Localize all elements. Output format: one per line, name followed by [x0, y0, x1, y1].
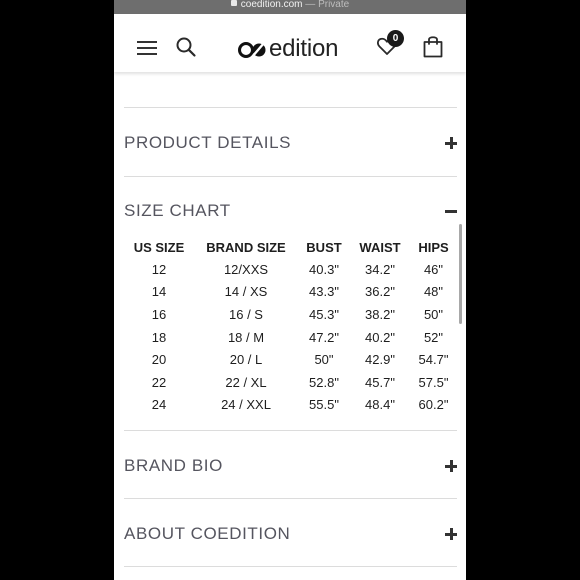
table-cell: 42.9" — [365, 352, 395, 368]
size-chart-table: US SIZE BRAND SIZE BUST WAIST HIPS 12 12… — [124, 236, 457, 416]
table-cell: 16 / S — [229, 306, 263, 322]
table-cell: 48.4" — [365, 397, 395, 413]
brand-bio-toggle[interactable]: BRAND BIO — [124, 451, 457, 481]
column-header: BUST — [306, 239, 342, 255]
table-cell: 55.5" — [309, 397, 339, 413]
table-cell: 45.7" — [365, 374, 395, 390]
table-cell: 57.5" — [418, 374, 449, 390]
table-cell: 40.3" — [309, 261, 339, 277]
brand-bio-title: BRAND BIO — [124, 456, 223, 475]
section-divider — [124, 176, 457, 177]
table-cell: 60.2" — [418, 397, 449, 413]
logo-mark-icon — [238, 42, 266, 58]
table-cell: 43.3" — [309, 284, 339, 300]
table-cell: 14 — [151, 284, 167, 300]
table-cell: 20 / L — [229, 352, 263, 368]
site-header: edition 0 — [114, 14, 466, 72]
table-row: 16 16 / S 45.3" 38.2" 50" — [124, 303, 457, 326]
table-row: 14 14 / XS 43.3" 36.2" 48" — [124, 281, 457, 304]
expand-plus-icon[interactable] — [445, 528, 457, 540]
table-cell: 22 — [151, 374, 167, 390]
table-cell: 38.2" — [365, 306, 395, 322]
phone-screen: coedition.com — Private edition 0 PRODUC… — [114, 0, 466, 580]
section-divider — [124, 430, 457, 431]
table-row: 24 24 / XXL 55.5" 48.4" 60.2" — [124, 394, 457, 417]
table-cell: 47.2" — [309, 329, 339, 345]
browser-url-bar[interactable]: coedition.com — Private — [114, 0, 466, 14]
table-cell: 52" — [423, 329, 444, 345]
size-chart-toggle[interactable]: SIZE CHART — [124, 196, 457, 226]
logo-wordmark: edition — [269, 35, 339, 62]
column-header: HIPS — [418, 239, 449, 255]
private-mode-label: Private — [318, 0, 350, 10]
table-cell: 48" — [423, 284, 444, 300]
table-row: 18 18 / M 47.2" 40.2" 52" — [124, 326, 457, 349]
table-header-row: US SIZE BRAND SIZE BUST WAIST HIPS — [124, 236, 457, 258]
table-cell: 45.3" — [309, 306, 339, 322]
about-coedition-toggle[interactable]: ABOUT COEDITION — [124, 519, 457, 549]
table-cell: 20 — [151, 352, 167, 368]
coedition-logo[interactable]: edition — [238, 34, 339, 64]
table-cell: 50" — [423, 306, 444, 322]
table-scrollbar[interactable] — [459, 224, 462, 324]
collapse-minus-icon[interactable] — [445, 205, 457, 217]
section-divider — [124, 498, 457, 499]
shopping-bag-icon[interactable] — [422, 34, 444, 58]
url-text: coedition.com — [240, 0, 303, 10]
table-cell: 12/XXS — [223, 261, 269, 277]
table-row: 22 22 / XL 52.8" 45.7" 57.5" — [124, 371, 457, 394]
table-cell: 16 — [151, 306, 167, 322]
column-header: US SIZE — [133, 239, 185, 255]
table-cell: 54.7" — [418, 352, 449, 368]
table-cell: 12 — [151, 261, 167, 277]
section-divider — [124, 566, 457, 567]
table-cell: 22 / XL — [225, 374, 267, 390]
wishlist-count-badge: 0 — [387, 30, 404, 47]
lock-icon — [230, 0, 237, 6]
table-cell: 50" — [314, 352, 334, 368]
table-cell: 18 / M — [227, 329, 265, 345]
table-cell: 34.2" — [365, 261, 395, 277]
url-separator: — — [305, 0, 316, 10]
table-cell: 40.2" — [365, 329, 395, 345]
table-cell: 24 — [151, 397, 167, 413]
about-coedition-title: ABOUT COEDITION — [124, 524, 291, 543]
column-header: BRAND SIZE — [206, 239, 286, 255]
product-details-title: PRODUCT DETAILS — [124, 133, 292, 152]
search-icon[interactable] — [175, 36, 197, 58]
table-cell: 14 / XS — [224, 284, 268, 300]
table-cell: 36.2" — [365, 284, 395, 300]
menu-icon[interactable] — [137, 41, 157, 55]
product-details-toggle[interactable]: PRODUCT DETAILS — [124, 128, 457, 158]
table-row: 12 12/XXS 40.3" 34.2" 46" — [124, 258, 457, 281]
expand-plus-icon[interactable] — [445, 460, 457, 472]
expand-plus-icon[interactable] — [445, 137, 457, 149]
column-header: WAIST — [359, 239, 401, 255]
table-cell: 24 / XXL — [221, 397, 271, 413]
table-cell: 46" — [423, 261, 444, 277]
table-cell: 18 — [151, 329, 167, 345]
table-cell: 52.8" — [309, 374, 339, 390]
table-row: 20 20 / L 50" 42.9" 54.7" — [124, 348, 457, 371]
size-chart-title: SIZE CHART — [124, 201, 231, 220]
section-divider — [124, 107, 457, 108]
